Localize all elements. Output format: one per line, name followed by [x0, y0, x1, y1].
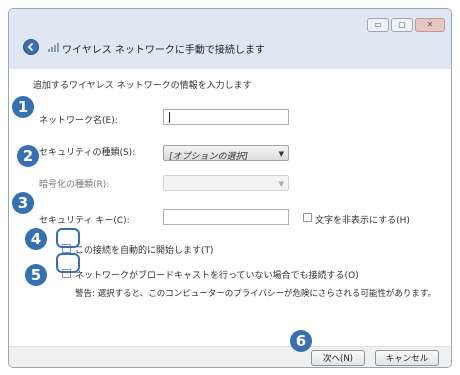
network-name-label: ネットワーク名(E):	[39, 116, 118, 126]
minimize-button[interactable]: ▭	[367, 18, 389, 32]
highlight-ring	[56, 228, 80, 248]
wizard-footer: 次へ(N) キャンセル	[9, 346, 451, 367]
network-name-input[interactable]	[163, 109, 289, 125]
security-type-dropdown[interactable]: [オプションの選択] ▼	[163, 145, 289, 162]
minimize-icon: ▭	[374, 20, 382, 29]
back-button[interactable]	[23, 39, 39, 55]
back-arrow-icon	[27, 42, 34, 52]
security-key-input[interactable]	[163, 209, 289, 225]
cancel-button[interactable]: キャンセル	[375, 350, 439, 366]
security-key-label: セキュリティ キー(C):	[39, 216, 130, 226]
window-controls: ▭ ▢ ✕	[367, 18, 445, 32]
maximize-icon: ▢	[398, 20, 406, 29]
auto-connect-label: この接続を自動的に開始します(T)	[75, 246, 214, 256]
step-badge-5: 5	[25, 264, 47, 286]
chevron-down-icon: ▼	[278, 150, 284, 158]
step-badge-2: 2	[17, 145, 39, 167]
text-caret	[169, 112, 170, 123]
close-icon: ✕	[426, 20, 434, 29]
connect-hidden-label: ネットワークがブロードキャストを行っていない場合でも接続する(O)	[75, 271, 359, 281]
step-badge-3: 3	[12, 192, 34, 214]
encryption-type-dropdown[interactable]: ▼	[163, 175, 289, 191]
security-type-label: セキュリティの種類(S):	[39, 148, 136, 158]
instruction-text: 追加するワイヤレス ネットワークの情報を入力します	[33, 81, 252, 91]
highlight-ring	[56, 253, 80, 273]
wizard-title: ワイヤレス ネットワークに手動で接続します	[62, 45, 265, 56]
step-badge-6: 6	[290, 330, 312, 352]
title-bar: ▭ ▢ ✕ ワイヤレス ネットワークに手動で接続します	[9, 9, 451, 69]
step-badge-1: 1	[12, 96, 34, 118]
maximize-button[interactable]: ▢	[391, 18, 413, 32]
next-button[interactable]: 次へ(N)	[311, 350, 365, 366]
privacy-warning: 警告: 選択すると、このコンピューターのプライバシーが危険にさらされる可能性があ…	[75, 289, 437, 299]
security-type-value: [オプションの選択]	[169, 152, 249, 162]
hide-characters-checkbox[interactable]	[303, 213, 312, 222]
encryption-type-label: 暗号化の種類(R):	[39, 180, 110, 190]
wireless-network-icon	[48, 43, 59, 52]
step-badge-4: 4	[25, 228, 47, 250]
hide-characters-label: 文字を非表示にする(H)	[315, 216, 410, 226]
wizard-content: 追加するワイヤレス ネットワークの情報を入力します ネットワーク名(E): セキ…	[9, 69, 451, 367]
chevron-down-icon: ▼	[278, 180, 284, 188]
wizard-window: ▭ ▢ ✕ ワイヤレス ネットワークに手動で接続します 追加するワイヤレス ネッ…	[8, 8, 452, 368]
close-button[interactable]: ✕	[415, 18, 445, 32]
